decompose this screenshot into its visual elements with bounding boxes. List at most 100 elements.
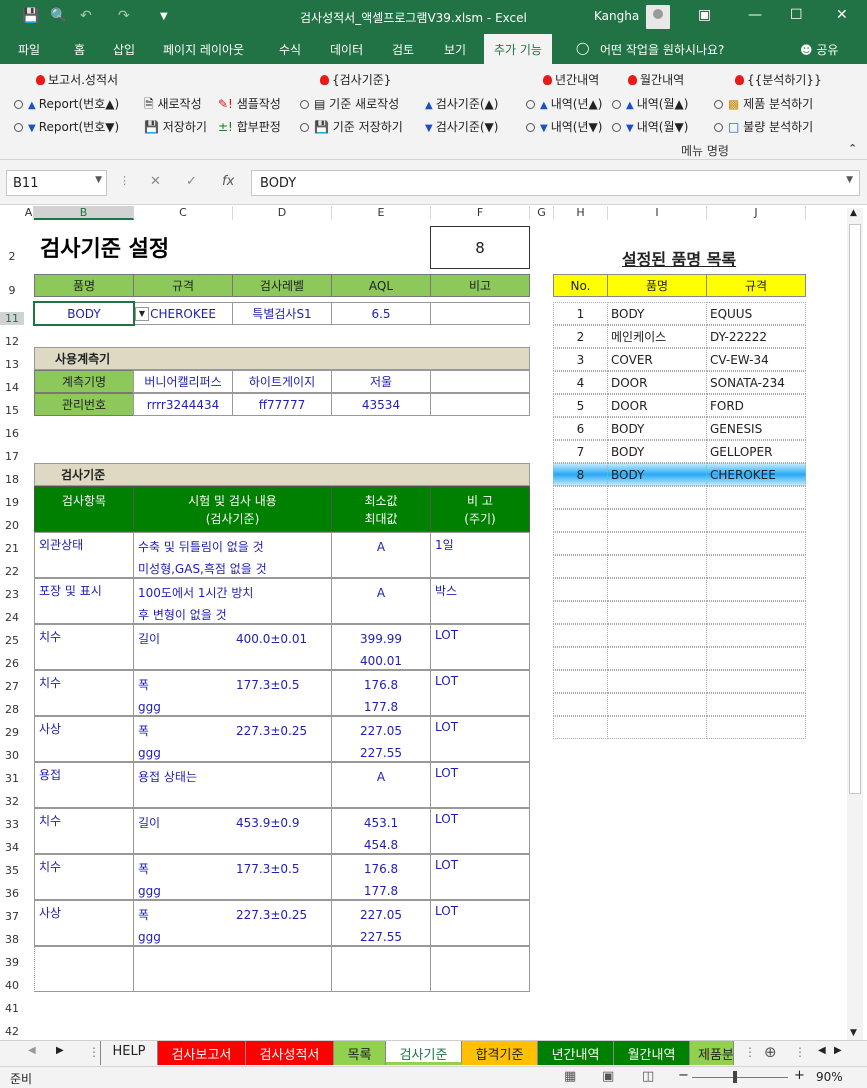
formula-input[interactable]: BODY ▼: [251, 170, 860, 196]
row-header[interactable]: 30: [0, 749, 24, 762]
col-header-a[interactable]: A: [24, 206, 34, 220]
prev-sheet-icon[interactable]: ◀: [28, 1045, 36, 1056]
row-header[interactable]: 32: [0, 795, 24, 808]
header-cell[interactable]: 규격: [133, 274, 233, 297]
list-cell[interactable]: [607, 532, 707, 555]
row-header[interactable]: 20: [0, 519, 24, 532]
list-cell[interactable]: COVER: [607, 348, 707, 371]
row-header[interactable]: 22: [0, 565, 24, 578]
meter-value[interactable]: 43534: [331, 393, 431, 416]
cancel-icon[interactable]: ✕: [150, 174, 161, 189]
sheet-tab-standard[interactable]: 검사기준: [386, 1041, 462, 1065]
row-header[interactable]: 13: [0, 358, 24, 371]
list-cell[interactable]: [553, 555, 608, 578]
std-empty-cell[interactable]: [331, 946, 431, 992]
list-cell[interactable]: [553, 716, 608, 739]
tab-split-icon[interactable]: ⋮: [744, 1045, 756, 1059]
list-cell[interactable]: BODY: [607, 440, 707, 463]
close-icon[interactable]: ✕: [836, 7, 848, 23]
std-content-cell[interactable]: 100도에서 1시간 방치 후 변형이 없을 것: [133, 578, 332, 624]
list-cell[interactable]: [553, 509, 608, 532]
list-cell[interactable]: [553, 578, 608, 601]
std-header-minmax[interactable]: 최소값 최대값: [331, 486, 431, 532]
row-header[interactable]: 37: [0, 910, 24, 923]
std-minmax-cell[interactable]: 227.05 227.55: [331, 900, 431, 946]
std-item-cell[interactable]: 포장 및 표시: [34, 578, 134, 624]
std-header-content[interactable]: 시험 및 검사 내용 (검사기준): [133, 486, 332, 532]
ribbon-display-icon[interactable]: ▣: [698, 7, 711, 23]
list-cell[interactable]: [607, 624, 707, 647]
scrollbar-thumb[interactable]: [849, 224, 861, 794]
std-content-cell[interactable]: 폭 177.3±0.5 ggg: [133, 670, 332, 716]
std-minmax-cell[interactable]: A: [331, 762, 431, 808]
header-cell[interactable]: AQL: [331, 274, 431, 297]
std-item-cell[interactable]: 외관상태: [34, 532, 134, 578]
list-cell[interactable]: [607, 693, 707, 716]
meter-label[interactable]: 계측기명: [34, 370, 134, 393]
col-header-g[interactable]: G: [530, 206, 554, 220]
list-cell[interactable]: [607, 601, 707, 624]
col-header-b[interactable]: B: [34, 206, 134, 220]
std-note-cell[interactable]: 박스: [430, 578, 530, 624]
standard-up-button[interactable]: ▲ 검사기준(▲): [425, 95, 498, 112]
std-content-cell[interactable]: 길이 453.9±0.9: [133, 808, 332, 854]
std-note-cell[interactable]: LOT: [430, 670, 530, 716]
scroll-down-icon[interactable]: ▼: [850, 1028, 857, 1038]
normal-view-icon[interactable]: ▦: [564, 1069, 576, 1084]
list-cell[interactable]: [553, 670, 608, 693]
list-cell[interactable]: BODY: [607, 302, 707, 325]
sheet-tab-certificate[interactable]: 검사성적서: [246, 1041, 334, 1065]
vertical-scrollbar[interactable]: ▲ ▼: [847, 208, 863, 1042]
defect-analysis-button[interactable]: □ 불량 분석하기: [714, 118, 813, 135]
zoom-in-icon[interactable]: +: [794, 1068, 805, 1083]
row-header[interactable]: 36: [0, 887, 24, 900]
tab-addins[interactable]: 추가 기능: [484, 34, 552, 64]
expand-formula-icon[interactable]: ▼: [846, 175, 853, 185]
meter-value[interactable]: 버니어캘리퍼스: [133, 370, 233, 393]
list-cell[interactable]: 5: [553, 394, 608, 417]
std-header-item[interactable]: 검사항목: [34, 486, 134, 532]
list-cell[interactable]: 6: [553, 417, 608, 440]
meter-value[interactable]: ff77777: [232, 393, 332, 416]
list-cell[interactable]: SONATA-234: [706, 371, 806, 394]
monthly-up-button[interactable]: ▲ 내역(월▲): [612, 95, 688, 112]
row-header[interactable]: 9: [0, 284, 24, 297]
std-content-cell[interactable]: 수축 및 뒤틀림이 없을 것 미성형,GAS,흑점 없을 것: [133, 532, 332, 578]
list-cell[interactable]: GELLOPER: [706, 440, 806, 463]
list-cell[interactable]: [706, 624, 806, 647]
row-header[interactable]: 41: [0, 1002, 24, 1015]
std-content-cell[interactable]: 폭 227.3±0.25 ggg: [133, 716, 332, 762]
list-cell[interactable]: [607, 555, 707, 578]
tab-insert[interactable]: 삽입: [113, 41, 135, 58]
list-cell[interactable]: [706, 716, 806, 739]
list-cell[interactable]: [553, 486, 608, 509]
tab-file[interactable]: 파일: [18, 41, 40, 58]
row-header[interactable]: 40: [0, 979, 24, 992]
minimize-icon[interactable]: —: [748, 7, 762, 23]
count-box[interactable]: 8: [430, 226, 530, 269]
list-cell[interactable]: [607, 578, 707, 601]
std-empty-cell[interactable]: [34, 946, 134, 992]
row-header[interactable]: 14: [0, 381, 24, 394]
aql-cell[interactable]: 6.5: [331, 302, 431, 325]
list-cell[interactable]: 메인케이스: [607, 325, 707, 348]
print-preview-icon[interactable]: 🔍: [50, 8, 67, 24]
row-header[interactable]: 12: [0, 335, 24, 348]
list-cell[interactable]: [706, 532, 806, 555]
list-cell[interactable]: [553, 693, 608, 716]
sample-button[interactable]: ✎! 샘플작성: [218, 95, 281, 112]
meter-label[interactable]: 관리번호: [34, 393, 134, 416]
col-header-i[interactable]: I: [608, 206, 707, 220]
row-header[interactable]: 11: [0, 312, 24, 325]
std-minmax-cell[interactable]: A: [331, 578, 431, 624]
col-header-e[interactable]: E: [332, 206, 431, 220]
list-cell[interactable]: [553, 647, 608, 670]
sheet-tab-pass[interactable]: 합격기준: [462, 1041, 538, 1065]
enter-icon[interactable]: ✓: [186, 174, 197, 189]
list-cell[interactable]: [553, 532, 608, 555]
std-content-cell[interactable]: 용접 상태는: [133, 762, 332, 808]
list-cell[interactable]: [706, 670, 806, 693]
sheet-tab-monthly[interactable]: 월간내역: [614, 1041, 690, 1065]
row-header[interactable]: 15: [0, 404, 24, 417]
tell-me-search[interactable]: 어떤 작업을 원하시나요?: [600, 41, 724, 58]
